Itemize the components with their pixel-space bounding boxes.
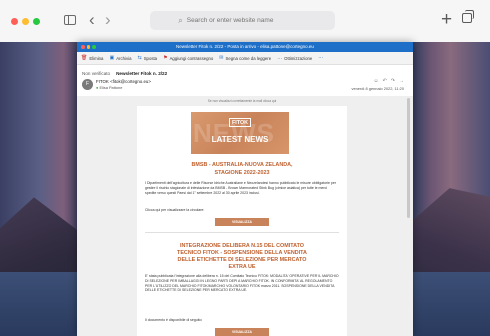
- trash-icon: 🗑: [81, 55, 88, 61]
- flag-button[interactable]: ⚑ Aggiungi contrassegno: [163, 55, 213, 61]
- move-label: Sposta: [143, 55, 158, 61]
- mail-window-title: Newsletter Fitok n. 2/22 - Posta in arri…: [176, 44, 314, 49]
- flag-icon: ⚑: [163, 55, 168, 61]
- mail-ribbon: 🗑 Elimina ▣ Archivia ⇆ Sposta ⚑ Aggiungi con…: [77, 52, 413, 65]
- move-button[interactable]: ⇆ Sposta: [137, 55, 157, 61]
- search-icon: ⌕: [178, 15, 183, 25]
- browser-window: ‹ › ⌕ + Newsletter Fitok n. 2/22 - Posta…: [0, 0, 490, 336]
- optimize-button[interactable]: … Ottimizzazione: [277, 55, 312, 61]
- close-window-button[interactable]: [11, 18, 18, 25]
- recipient-dot-icon: ●: [96, 85, 99, 90]
- new-tab-button[interactable]: +: [441, 10, 452, 30]
- article1-title-line2: STAGIONE 2022-2023: [214, 170, 270, 176]
- mail-close-button[interactable]: [81, 45, 85, 49]
- article1-body: I Dipartimenti dell'agricoltura e delle …: [145, 181, 336, 195]
- optimize-label: Ottimizzazione: [284, 55, 313, 61]
- email-subject: Newsletter Fitok n. 2/22: [116, 70, 168, 76]
- article-divider: [145, 232, 339, 233]
- mark-unread-button[interactable]: ✉ Segna come da leggere: [219, 55, 271, 61]
- mark-unread-label: Segna come da leggere: [225, 55, 272, 61]
- banner-title: LATEST NEWS: [211, 135, 269, 144]
- scrollbar[interactable]: [407, 98, 410, 218]
- more-button[interactable]: ⋯: [318, 55, 323, 61]
- more-icon: ⋯: [318, 55, 324, 61]
- unverified-badge: Non verificato: [82, 70, 111, 76]
- optimize-icon: …: [277, 55, 283, 61]
- mail-window: Newsletter Fitok n. 2/22 - Posta in arri…: [77, 42, 413, 336]
- back-button[interactable]: ‹: [89, 11, 95, 29]
- article2-title-line1: INTEGRAZIONE DELIBERA N.15 DEL COMITATO: [180, 243, 304, 249]
- archive-icon: ▣: [109, 55, 115, 61]
- view-in-browser-link[interactable]: Se non visualizzi correttamente la mail …: [77, 99, 407, 103]
- news-banner: NEWS FITOK LATEST NEWS: [191, 112, 289, 154]
- article2-title-line4: EXTRA UE: [228, 264, 256, 270]
- email-date: venerdì 8 gennaio 2022, 11:20: [351, 86, 405, 91]
- reply-icon[interactable]: ↶: [383, 78, 387, 84]
- move-icon: ⇆: [137, 55, 142, 61]
- delete-button[interactable]: 🗑 Elimina: [81, 55, 103, 61]
- tab-overview-icon[interactable]: [462, 10, 474, 23]
- reply-all-icon[interactable]: ↷: [391, 78, 395, 84]
- newsletter-content: NEWS FITOK LATEST NEWS BMSB - AUSTRALIA-…: [137, 106, 347, 336]
- article2-view-button[interactable]: VISUALIZZA: [215, 328, 269, 336]
- zoom-window-button[interactable]: [33, 18, 40, 25]
- mail-zoom-button[interactable]: [92, 45, 96, 49]
- mail-title-bar: Newsletter Fitok n. 2/22 - Posta in arri…: [77, 42, 413, 52]
- minimize-window-button[interactable]: [22, 18, 29, 25]
- article2-body: E' stata pubblicata l'integrazione alla …: [145, 274, 339, 293]
- flag-label: Aggiungi contrassegno: [169, 55, 214, 61]
- sender-row: F FITOK <fitok@cortegno.eu> ● Elisa Patt…: [82, 78, 408, 93]
- recipient-name: Elisa Pattone: [99, 85, 123, 90]
- sender-name[interactable]: FITOK <fitok@cortegno.eu>: [96, 79, 151, 84]
- recipient: ● Elisa Pattone: [96, 85, 122, 90]
- subject-row: Non verificato Newsletter Fitok n. 2/22: [82, 69, 408, 77]
- mail-window-controls: [81, 45, 96, 49]
- article2-title-line3: DELLE ETICHETTE DI SELEZIONE PER MERCATO: [177, 257, 307, 263]
- article2-note: Il documento è disponibile di seguito:: [145, 318, 203, 322]
- avatar: F: [82, 79, 93, 90]
- emoji-icon[interactable]: ☺: [373, 78, 378, 84]
- fitok-logo: FITOK: [229, 118, 251, 127]
- envelope-icon: ✉: [219, 55, 224, 61]
- address-bar[interactable]: ⌕: [150, 11, 335, 30]
- archive-button[interactable]: ▣ Archivia: [109, 55, 131, 61]
- forward-icon[interactable]: →: [399, 78, 404, 84]
- article2-title-line2: TECNICO FITOK - SOSPENSIONE DELLA VENDIT…: [177, 250, 307, 256]
- address-input[interactable]: [186, 17, 307, 24]
- message-actions: ☺ ↶ ↷ →: [373, 78, 404, 84]
- browser-toolbar: ‹ › ⌕ +: [0, 0, 490, 43]
- archive-label: Archivia: [116, 55, 132, 61]
- email-body[interactable]: Se non visualizzi correttamente la mail …: [77, 96, 413, 336]
- sidebar-toggle-icon[interactable]: [64, 15, 76, 25]
- delete-label: Elimina: [89, 55, 104, 61]
- article1-view-button[interactable]: VISUALIZZA: [215, 218, 269, 226]
- forward-button[interactable]: ›: [105, 11, 111, 29]
- article1-note: Clicca qui per visualizzare la circolare…: [145, 208, 205, 212]
- mail-minimize-button[interactable]: [86, 45, 90, 49]
- article1-title-line1: BMSB - AUSTRALIA-NUOVA ZELANDA,: [191, 162, 293, 168]
